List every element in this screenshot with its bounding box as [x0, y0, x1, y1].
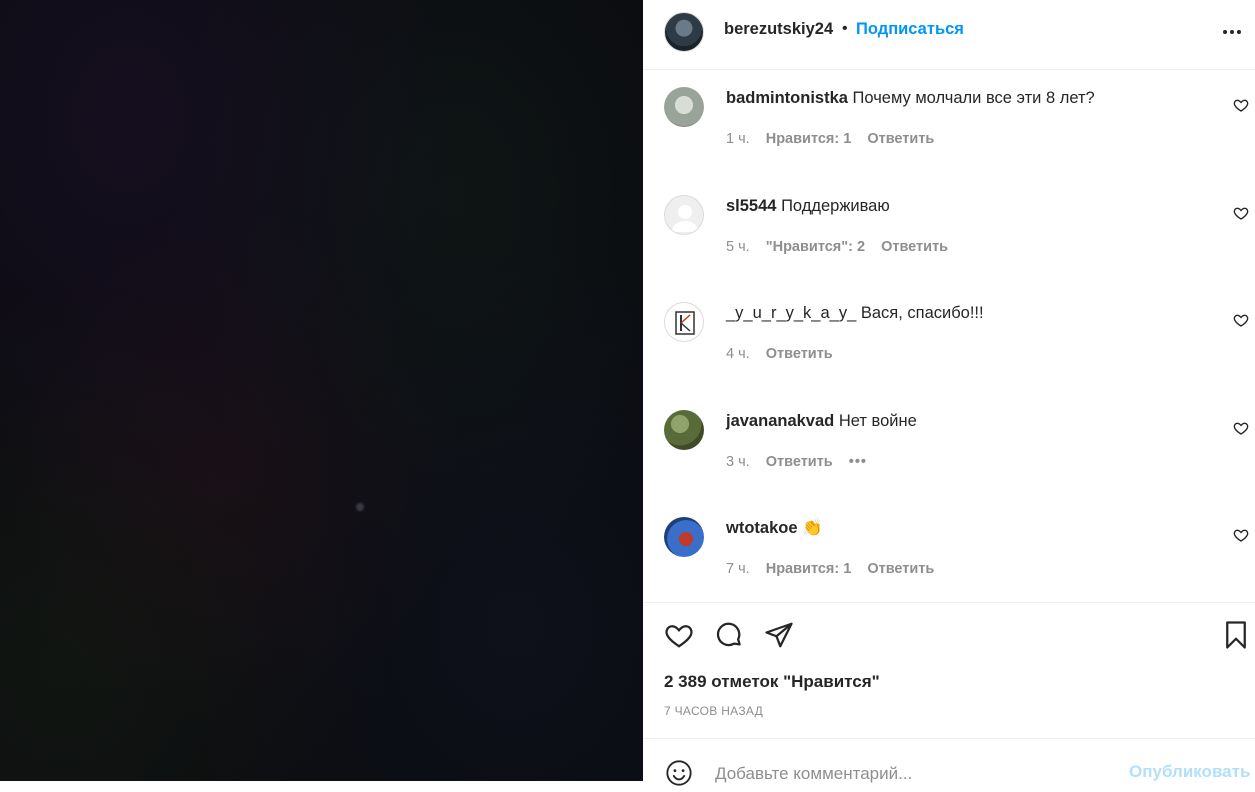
comment-time[interactable]: 4 ч. [726, 346, 750, 362]
send-icon[interactable] [764, 620, 794, 650]
media-spot [356, 503, 364, 511]
comment-time[interactable]: 5 ч. [726, 239, 750, 255]
comment-text: wtotakoe 👏 [726, 519, 823, 538]
comment-item: _y_u_r_y_k_a_y_ Вася, спасибо!!! 4 ч. От… [643, 285, 1255, 385]
k-logo-icon [675, 311, 695, 335]
comment-likes[interactable]: Нравится: 1 [766, 131, 852, 147]
commenter-username[interactable]: _y_u_r_y_k_a_y_ [726, 304, 856, 322]
comment-time[interactable]: 3 ч. [726, 454, 750, 470]
comment-likes[interactable]: "Нравится": 2 [766, 239, 865, 255]
comment-like-heart-icon[interactable] [1233, 312, 1249, 328]
comments-list[interactable]: badmintonistka Почему молчали все эти 8 … [643, 70, 1255, 603]
add-comment-input[interactable] [713, 761, 1097, 787]
comment-text: sl5544 Поддерживаю [726, 197, 890, 216]
heart-icon[interactable] [664, 620, 694, 650]
reply-button[interactable]: Ответить [766, 454, 833, 470]
comment-like-heart-icon[interactable] [1233, 205, 1249, 221]
comment-text: javananakvad Нет войне [726, 412, 917, 431]
comment-options-button[interactable]: ••• [849, 454, 867, 470]
comment-time[interactable]: 1 ч. [726, 131, 750, 147]
comment-body: Нет войне [838, 412, 917, 430]
media-image [0, 0, 643, 781]
reply-button[interactable]: Ответить [766, 346, 833, 362]
comment-meta: 3 ч. Ответить ••• [726, 454, 879, 470]
comment-body: Вася, спасибо!!! [860, 304, 984, 322]
reply-button[interactable]: Ответить [881, 239, 948, 255]
comment-item: javananakvad Нет войне 3 ч. Ответить ••• [643, 393, 1255, 493]
comment-body: Поддерживаю [781, 197, 890, 215]
header-separator: • [842, 20, 848, 37]
post-media[interactable] [0, 0, 643, 781]
likes-count[interactable]: 2 389 отметок "Нравится" [664, 672, 880, 692]
author-avatar[interactable] [664, 12, 704, 52]
comment-meta: 4 ч. Ответить [726, 346, 845, 362]
post-side-panel: berezutskiy24 • Подписаться badmintonist… [643, 0, 1255, 787]
comment-text: badmintonistka Почему молчали все эти 8 … [726, 89, 1095, 108]
comment-item: sl5544 Поддерживаю 5 ч. "Нравится": 2 От… [643, 178, 1255, 278]
comment-text: _y_u_r_y_k_a_y_ Вася, спасибо!!! [726, 304, 984, 323]
add-comment-bar: Опубликовать [643, 738, 1255, 787]
bookmark-icon[interactable] [1221, 620, 1251, 650]
commenter-avatar[interactable] [664, 195, 704, 235]
comment-like-heart-icon[interactable] [1233, 420, 1249, 436]
post-actions-bar [643, 603, 1255, 667]
smiley-icon[interactable] [665, 759, 693, 787]
follow-button[interactable]: Подписаться [856, 20, 964, 39]
more-horizontal-icon[interactable] [1221, 20, 1243, 42]
comment-time[interactable]: 7 ч. [726, 561, 750, 577]
reply-button[interactable]: Ответить [867, 561, 934, 577]
commenter-username[interactable]: badmintonistka [726, 89, 848, 107]
comment-meta: 5 ч. "Нравится": 2 Ответить [726, 239, 960, 255]
commenter-username[interactable]: wtotakoe [726, 519, 798, 537]
post-timestamp[interactable]: 7 ЧАСОВ НАЗАД [664, 704, 763, 718]
comment-likes[interactable]: Нравится: 1 [766, 561, 852, 577]
comment-item: badmintonistka Почему молчали все эти 8 … [643, 70, 1255, 170]
commenter-avatar[interactable] [664, 87, 704, 127]
commenter-avatar[interactable] [664, 302, 704, 342]
comment-body: 👏 [802, 519, 823, 537]
author-username[interactable]: berezutskiy24 [724, 20, 833, 39]
comment-body: Почему молчали все эти 8 лет? [852, 89, 1095, 107]
commenter-username[interactable]: sl5544 [726, 197, 776, 215]
comment-like-heart-icon[interactable] [1233, 97, 1249, 113]
default-avatar-icon [671, 205, 699, 232]
publish-button[interactable]: Опубликовать [1129, 762, 1250, 782]
comment-meta: 7 ч. Нравится: 1 Ответить [726, 561, 946, 577]
post-header: berezutskiy24 • Подписаться [643, 0, 1255, 70]
commenter-avatar[interactable] [664, 517, 704, 557]
comment-icon[interactable] [714, 620, 744, 650]
comment-like-heart-icon[interactable] [1233, 527, 1249, 543]
reply-button[interactable]: Ответить [867, 131, 934, 147]
comment-meta: 1 ч. Нравится: 1 Ответить [726, 131, 946, 147]
commenter-avatar[interactable] [664, 410, 704, 450]
commenter-username[interactable]: javananakvad [726, 412, 834, 430]
comment-item: wtotakoe 👏 7 ч. Нравится: 1 Ответить [643, 500, 1255, 600]
